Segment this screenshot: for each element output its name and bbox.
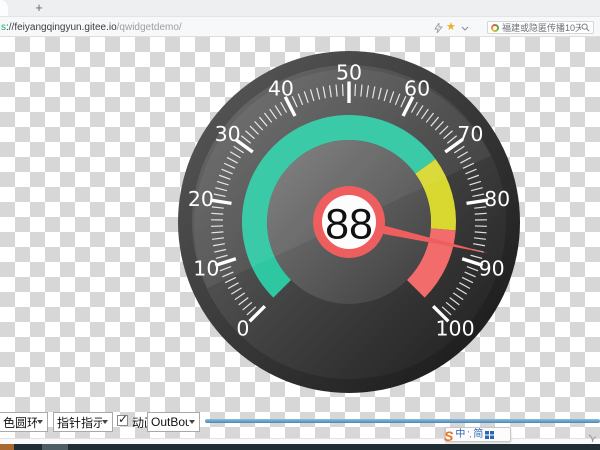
gauge-scale-label: 80 xyxy=(484,187,510,211)
chevron-down-icon[interactable] xyxy=(461,26,469,31)
combo-arrow-icon xyxy=(189,420,195,424)
ring-style-select[interactable]: 色圆环 xyxy=(0,412,48,432)
url-path: /qwidgetdemo/ xyxy=(117,22,182,33)
gauge-minor-tick xyxy=(475,213,487,214)
new-tab-button[interactable]: + xyxy=(31,1,47,15)
checkmark-icon: ✓ xyxy=(118,412,128,426)
combo-arrow-icon xyxy=(102,420,108,424)
easing-select[interactable]: OutBounce xyxy=(147,412,200,432)
gauge-value: 88 xyxy=(325,200,373,248)
desktop-deco-icon xyxy=(588,433,597,443)
gauge-scale-label: 70 xyxy=(457,122,483,146)
ring-style-value: 色圆环 xyxy=(0,414,37,431)
ime-charset-mode[interactable]: 简 xyxy=(473,429,483,441)
ime-punct-mode[interactable]: ’, xyxy=(467,430,471,439)
page-content: 0102030405060708090100 88 色圆环 指针指示器 ✓ 动画… xyxy=(0,37,600,438)
gauge-minor-tick xyxy=(355,84,356,96)
gauge-minor-tick xyxy=(343,84,344,96)
magnifier-icon[interactable] xyxy=(581,23,590,32)
favorite-star-icon[interactable]: ★ xyxy=(446,20,456,34)
gauge-scale-label: 0 xyxy=(236,316,249,340)
gauge-scale-label: 30 xyxy=(215,122,241,146)
search-suggestion-text: 福建或隐匿传播10天 xyxy=(502,21,581,34)
gauge-scale-label: 40 xyxy=(268,77,294,101)
gauge-scale-label: 100 xyxy=(435,316,474,340)
gauge-scale-label: 60 xyxy=(404,77,430,101)
value-slider[interactable] xyxy=(205,419,600,423)
browser-toolbar: s://feiyangqingyun.gitee.io/qwidgetdemo/… xyxy=(0,17,600,37)
taskbar-item-light[interactable] xyxy=(42,444,68,450)
gauge-scale-label: 20 xyxy=(188,187,214,211)
gauge-widget: 0 10 20 30 40 50 60 70 80 90 100 88 xyxy=(176,49,522,395)
address-bar[interactable]: s://feiyangqingyun.gitee.io/qwidgetdemo/ xyxy=(1,22,182,33)
browser-tab-bar: + xyxy=(0,0,600,17)
gauge-minor-tick xyxy=(211,213,223,214)
ime-bar[interactable]: S 中 ’, 简 xyxy=(445,427,511,442)
pointer-style-select[interactable]: 指针指示器 xyxy=(53,412,113,432)
search-engine-logo-icon xyxy=(491,24,499,32)
taskbar-item-orange[interactable] xyxy=(0,444,14,450)
gauge-scale-label: 10 xyxy=(193,257,219,281)
active-tab-edge[interactable] xyxy=(0,0,8,16)
ime-keyboard-icon[interactable] xyxy=(485,431,494,439)
sogou-logo-icon[interactable]: S xyxy=(444,429,453,443)
gauge-scale-label: 90 xyxy=(479,257,505,281)
gauge-scale-label: 50 xyxy=(336,60,362,84)
search-box[interactable]: 福建或隐匿传播10天 xyxy=(487,21,594,34)
ime-lang-mode[interactable]: 中 xyxy=(455,429,465,441)
flash-icon[interactable] xyxy=(434,23,443,33)
pointer-style-value: 指针指示器 xyxy=(54,414,102,431)
animation-checkbox[interactable]: ✓ xyxy=(117,415,128,426)
taskbar[interactable] xyxy=(0,444,600,450)
url-host: ://feiyangqingyun.gitee.io xyxy=(6,22,117,33)
easing-value: OutBounce xyxy=(148,415,189,429)
screen: + s://feiyangqingyun.gitee.io/qwidgetdem… xyxy=(0,0,600,450)
combo-arrow-icon xyxy=(37,420,43,424)
